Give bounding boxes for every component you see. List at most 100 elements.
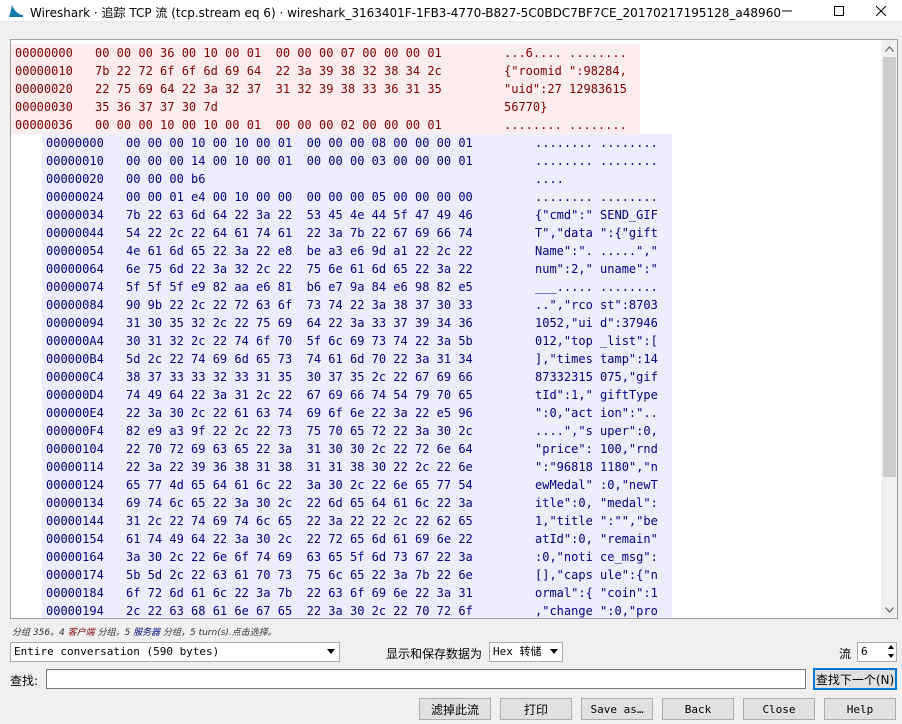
dropdown-arrow-icon [550, 649, 558, 654]
server-data-row[interactable]: 00000054 4e 61 6d 65 22 3a 22 e8 be a3 e6… [42, 242, 672, 260]
server-data-row[interactable]: 000000D4 74 49 64 22 3a 31 2c 22 67 69 66… [42, 386, 672, 404]
status-server-label: 服务器 [133, 628, 161, 638]
row-ascii: 56770} [504, 100, 548, 114]
server-data-row[interactable]: 00000000 00 00 00 10 00 10 00 01 00 00 00… [42, 134, 672, 152]
row-offset: 00000000 [15, 46, 73, 60]
row-ascii: 1052,"ui d":37946 [535, 316, 658, 330]
scroll-thumb[interactable] [883, 57, 896, 477]
row-offset: 00000104 [46, 442, 104, 456]
spin-up-icon[interactable] [888, 645, 894, 649]
row-hex-bytes: 22 3a 22 39 36 38 31 38 31 31 38 30 22 2… [126, 460, 473, 474]
stream-number-label: 流 [839, 647, 852, 661]
server-data-row[interactable]: 00000064 6e 75 6d 22 3a 32 2c 22 75 6e 61… [42, 260, 672, 278]
server-data-row[interactable]: 00000134 69 74 6c 65 22 3a 30 2c 22 6d 65… [42, 494, 672, 512]
server-data-row[interactable]: 00000084 90 9b 22 2c 22 72 63 6f 73 74 22… [42, 296, 672, 314]
server-data-row[interactable]: 00000044 54 22 2c 22 64 61 74 61 22 3a 7b… [42, 224, 672, 242]
filter-out-stream-button[interactable]: 滤掉此流 [419, 698, 491, 720]
vertical-scrollbar[interactable] [881, 40, 897, 618]
status-prefix: 分组 356。4 [12, 628, 68, 638]
row-ascii: T","data ":{"gift [535, 226, 658, 240]
find-input[interactable] [46, 669, 806, 689]
server-data-row[interactable]: 00000184 6f 72 6d 61 6c 22 3a 7b 22 63 6f… [42, 584, 672, 602]
row-ascii: num":2," uname":" [535, 262, 658, 276]
scroll-down-button[interactable] [881, 601, 897, 618]
spin-down-icon[interactable] [888, 654, 894, 658]
server-data-row[interactable]: 00000124 65 77 4d 65 64 61 6c 22 3a 30 2c… [42, 476, 672, 494]
print-button[interactable]: 打印 [500, 698, 572, 720]
row-hex-bytes: 35 36 37 37 30 7d [95, 100, 218, 114]
server-data-row[interactable]: 00000034 7b 22 63 6d 64 22 3a 22 53 45 4e… [42, 206, 672, 224]
row-offset: 00000030 [15, 100, 73, 114]
server-data-row[interactable]: 000000A4 30 31 32 2c 22 74 6f 70 5f 6c 69… [42, 332, 672, 350]
server-data-row[interactable]: 00000104 22 70 72 69 63 65 22 3a 31 30 30… [42, 440, 672, 458]
client-data-row[interactable]: 00000010 7b 22 72 6f 6f 6d 69 64 22 3a 39… [11, 62, 640, 80]
row-offset: 000000E4 [46, 406, 104, 420]
client-data-row[interactable]: 00000030 35 36 37 37 30 7d 56770} [11, 98, 640, 116]
row-offset: 00000154 [46, 532, 104, 546]
server-data-row[interactable]: 00000020 00 00 00 b6.... [42, 170, 672, 188]
find-label: 查找: [10, 674, 39, 688]
server-data-row[interactable]: 00000194 2c 22 63 68 61 6e 67 65 22 3a 30… [42, 602, 672, 618]
row-hex-bytes: 5b 5d 2c 22 63 61 70 73 75 6c 65 22 3a 7… [126, 568, 473, 582]
row-offset: 00000114 [46, 460, 104, 474]
maximize-button[interactable] [816, 0, 862, 22]
row-offset: 00000094 [46, 316, 104, 330]
server-data-row[interactable]: 00000074 5f 5f 5f e9 82 aa e6 81 b6 e7 9a… [42, 278, 672, 296]
find-next-button[interactable]: 查找下一个(N) [813, 668, 897, 690]
server-data-row[interactable]: 000000C4 38 37 33 33 32 33 31 35 30 37 35… [42, 368, 672, 386]
maximize-icon [834, 6, 844, 16]
row-ascii: ........ ........ [535, 154, 658, 168]
row-offset: 00000024 [46, 190, 104, 204]
row-hex-bytes: 22 70 72 69 63 65 22 3a 31 30 30 2c 22 7… [126, 442, 473, 456]
server-data-row[interactable]: 00000174 5b 5d 2c 22 63 61 70 73 75 6c 65… [42, 566, 672, 584]
server-data-row[interactable]: 000000F4 82 e9 a3 9f 22 2c 22 73 75 70 65… [42, 422, 672, 440]
help-button[interactable]: Help [824, 698, 896, 720]
server-data-row[interactable]: 000000E4 22 3a 30 2c 22 61 63 74 69 6f 6e… [42, 404, 672, 422]
save-as-button[interactable]: Save as… [581, 698, 653, 720]
server-data-row[interactable]: 00000144 31 2c 22 74 69 74 6c 65 22 3a 22… [42, 512, 672, 530]
row-ascii: 012,"top _list":[ [535, 334, 658, 348]
server-data-row[interactable]: 00000164 3a 30 2c 22 6e 6f 74 69 63 65 5f… [42, 548, 672, 566]
scroll-up-button[interactable] [881, 40, 897, 57]
wireshark-fin-icon [9, 5, 23, 17]
row-hex-bytes: 00 00 00 b6 [126, 172, 206, 186]
row-hex-bytes: 3a 30 2c 22 6e 6f 74 69 63 65 5f 6d 73 6… [126, 550, 473, 564]
server-data-row[interactable]: 00000010 00 00 00 14 00 10 00 01 00 00 00… [42, 152, 672, 170]
row-ascii: ...6.... ........ [504, 46, 627, 60]
server-data-row[interactable]: 000000B4 5d 2c 22 74 69 6d 65 73 74 61 6d… [42, 350, 672, 368]
row-hex-bytes: 00 00 00 36 00 10 00 01 00 00 00 07 00 0… [95, 46, 442, 60]
row-hex-bytes: 31 30 35 32 2c 22 75 69 64 22 3a 33 37 3… [126, 316, 473, 330]
client-data-row[interactable]: 00000000 00 00 00 36 00 10 00 01 00 00 00… [11, 44, 640, 62]
row-offset: 00000194 [46, 604, 104, 618]
row-offset: 00000036 [15, 118, 73, 132]
server-data-row[interactable]: 00000094 31 30 35 32 2c 22 75 69 64 22 3a… [42, 314, 672, 332]
row-hex-bytes: 4e 61 6d 65 22 3a 22 e8 be a3 e6 9d a1 2… [126, 244, 473, 258]
format-select[interactable]: Hex 转储 [489, 642, 563, 662]
row-ascii: [],"caps ule":{"n [535, 568, 658, 582]
conversation-select[interactable]: Entire conversation (590 bytes) [10, 642, 340, 662]
client-data-row[interactable]: 00000020 22 75 69 64 22 3a 32 37 31 32 39… [11, 80, 640, 98]
row-offset: 00000000 [46, 136, 104, 150]
row-offset: 00000020 [46, 172, 104, 186]
row-hex-bytes: 82 e9 a3 9f 22 2c 22 73 75 70 65 72 22 3… [126, 424, 473, 438]
minimize-icon [782, 10, 792, 12]
hex-dump-area[interactable]: 00000000 00 00 00 36 00 10 00 01 00 00 00… [11, 40, 881, 618]
back-button[interactable]: Back [662, 698, 734, 720]
row-ascii: {"roomid ":98284, [504, 64, 627, 78]
row-hex-bytes: 65 77 4d 65 64 61 6c 22 3a 30 2c 22 6e 6… [126, 478, 473, 492]
minimize-button[interactable] [764, 0, 810, 22]
server-data-row[interactable]: 00000024 00 00 01 e4 00 10 00 00 00 00 00… [42, 188, 672, 206]
stream-content-panel[interactable]: 00000000 00 00 00 36 00 10 00 01 00 00 00… [10, 39, 898, 619]
server-data-row[interactable]: 00000154 61 74 49 64 22 3a 30 2c 22 72 65… [42, 530, 672, 548]
client-data-row[interactable]: 00000036 00 00 00 10 00 10 00 01 00 00 00… [11, 116, 640, 134]
close-button[interactable]: Close [743, 698, 815, 720]
server-data-row[interactable]: 00000114 22 3a 22 39 36 38 31 38 31 31 38… [42, 458, 672, 476]
row-offset: 000000F4 [46, 424, 104, 438]
row-offset: 00000010 [46, 154, 104, 168]
row-ascii: ":0,"act ion":".. [535, 406, 658, 420]
row-offset: 00000064 [46, 262, 104, 276]
format-label: 显示和保存数据为 [386, 647, 483, 661]
close-window-button[interactable] [858, 0, 902, 22]
row-ascii: itle":0, "medal": [535, 496, 658, 510]
stream-number-spinbox[interactable]: 6 [857, 642, 897, 662]
